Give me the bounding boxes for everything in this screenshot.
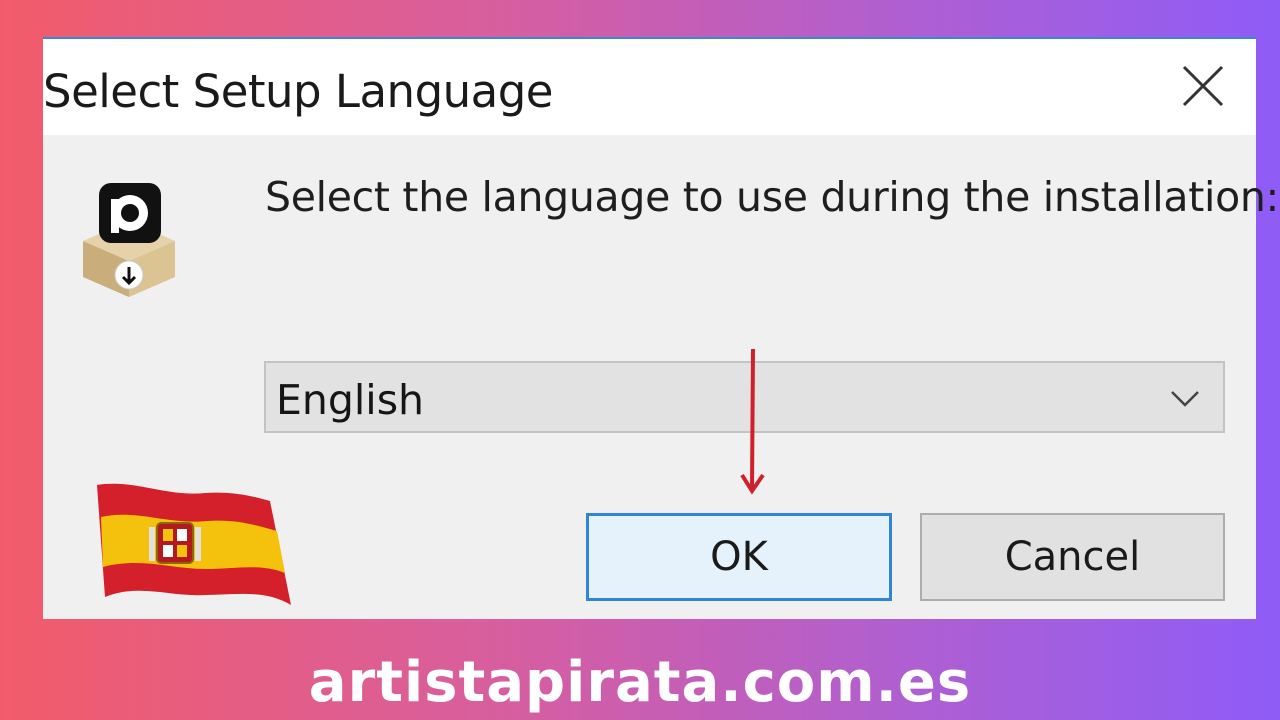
close-icon [1182, 65, 1224, 107]
chevron-down-icon [1171, 391, 1199, 407]
red-arrow-down-icon [740, 349, 765, 495]
ok-button[interactable]: OK [586, 513, 892, 601]
setup-language-dialog: Select Setup Language Select the languag… [43, 37, 1279, 619]
title-bar: Select Setup Language [43, 39, 1256, 135]
installer-box-icon [69, 179, 189, 299]
close-button[interactable] [1178, 61, 1228, 111]
language-select-value: English [276, 376, 425, 424]
instruction-text: Select the language to use during the in… [265, 173, 1280, 221]
dialog-title: Select Setup Language [43, 65, 554, 118]
cancel-button[interactable]: Cancel [920, 513, 1225, 601]
site-watermark: artistapirata.com.es [308, 650, 972, 715]
spain-flag-icon [97, 483, 291, 605]
